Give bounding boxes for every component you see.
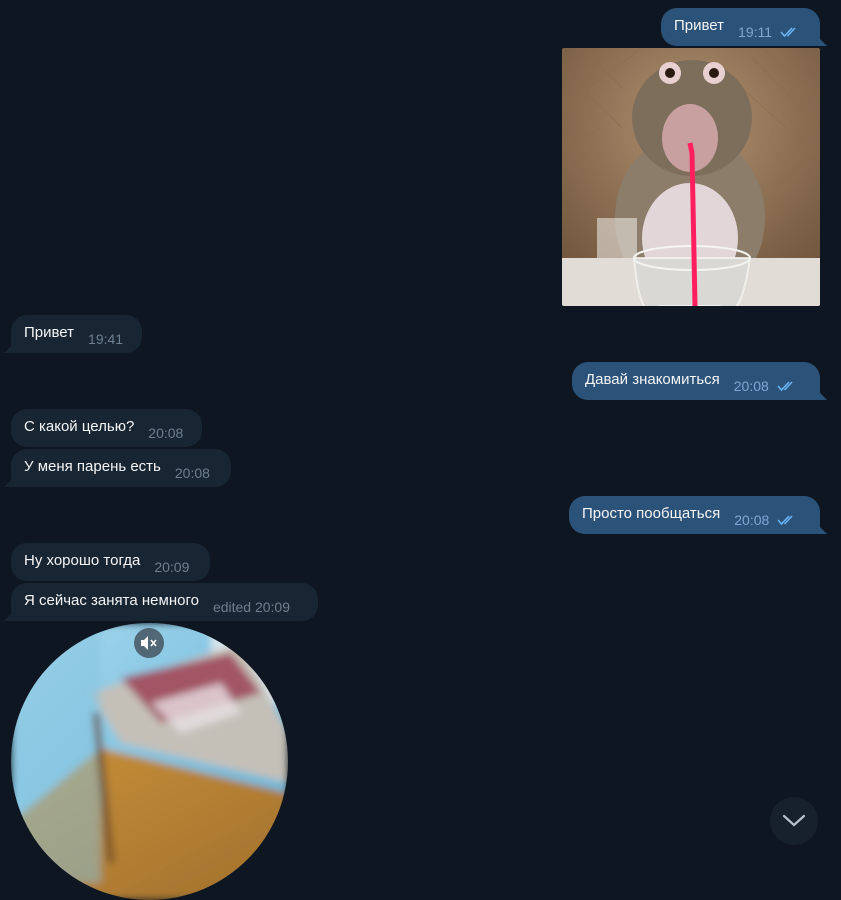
message-text: Просто пообщаться	[582, 504, 721, 522]
speaker-muted-icon[interactable]	[134, 628, 164, 658]
video-note-message[interactable]	[11, 623, 288, 900]
message-meta: 20:08	[734, 378, 797, 394]
incoming-message[interactable]: Привет 19:41	[4, 315, 142, 353]
message-time: edited 20:09	[212, 599, 291, 615]
photo-message[interactable]	[562, 48, 820, 306]
message-time: 20:08	[733, 378, 769, 394]
scroll-down-button[interactable]	[770, 797, 818, 845]
message-text: Привет	[24, 323, 75, 341]
message-time: 20:08	[174, 465, 210, 481]
message-meta: 20:08	[148, 425, 183, 441]
message-text: У меня парень есть	[24, 457, 161, 475]
message-time: 19:41	[88, 331, 124, 347]
message-meta: edited 20:09	[213, 599, 290, 615]
double-check-icon	[777, 515, 793, 526]
message-time: 20:08	[148, 425, 184, 441]
incoming-message[interactable]: Ну хорошо тогда 20:09	[11, 543, 210, 581]
chevron-down-icon	[782, 814, 806, 827]
message-time: 20:08	[734, 512, 770, 528]
incoming-message[interactable]: У меня парень есть 20:08	[4, 449, 231, 487]
message-time: 19:11	[738, 24, 773, 40]
monkey-photo	[562, 48, 820, 306]
message-text: Давай знакомиться	[585, 370, 720, 388]
double-check-icon	[780, 27, 796, 38]
message-text: Ну хорошо тогда	[24, 551, 141, 569]
message-meta: 20:08	[175, 465, 210, 481]
outgoing-message[interactable]: Давай знакомиться 20:08	[572, 362, 827, 400]
message-time: 20:09	[154, 559, 190, 575]
incoming-message[interactable]: Я сейчас занята немного edited 20:09	[4, 583, 318, 621]
message-meta: 19:41	[88, 331, 123, 347]
video-note-frame	[11, 623, 288, 900]
message-meta: 20:09	[154, 559, 189, 575]
scrollbar[interactable]	[836, 0, 841, 842]
message-meta: 20:08	[734, 512, 797, 528]
message-text: Я сейчас занята немного	[24, 591, 199, 609]
double-check-icon	[777, 381, 793, 392]
incoming-message[interactable]: С какой целью? 20:08	[11, 409, 202, 447]
message-text: Привет	[674, 16, 725, 34]
message-text: С какой целью?	[24, 417, 135, 435]
outgoing-message[interactable]: Просто пообщаться 20:08	[569, 496, 827, 534]
message-meta: 19:11	[738, 24, 800, 40]
outgoing-message[interactable]: Привет 19:11	[661, 8, 827, 46]
